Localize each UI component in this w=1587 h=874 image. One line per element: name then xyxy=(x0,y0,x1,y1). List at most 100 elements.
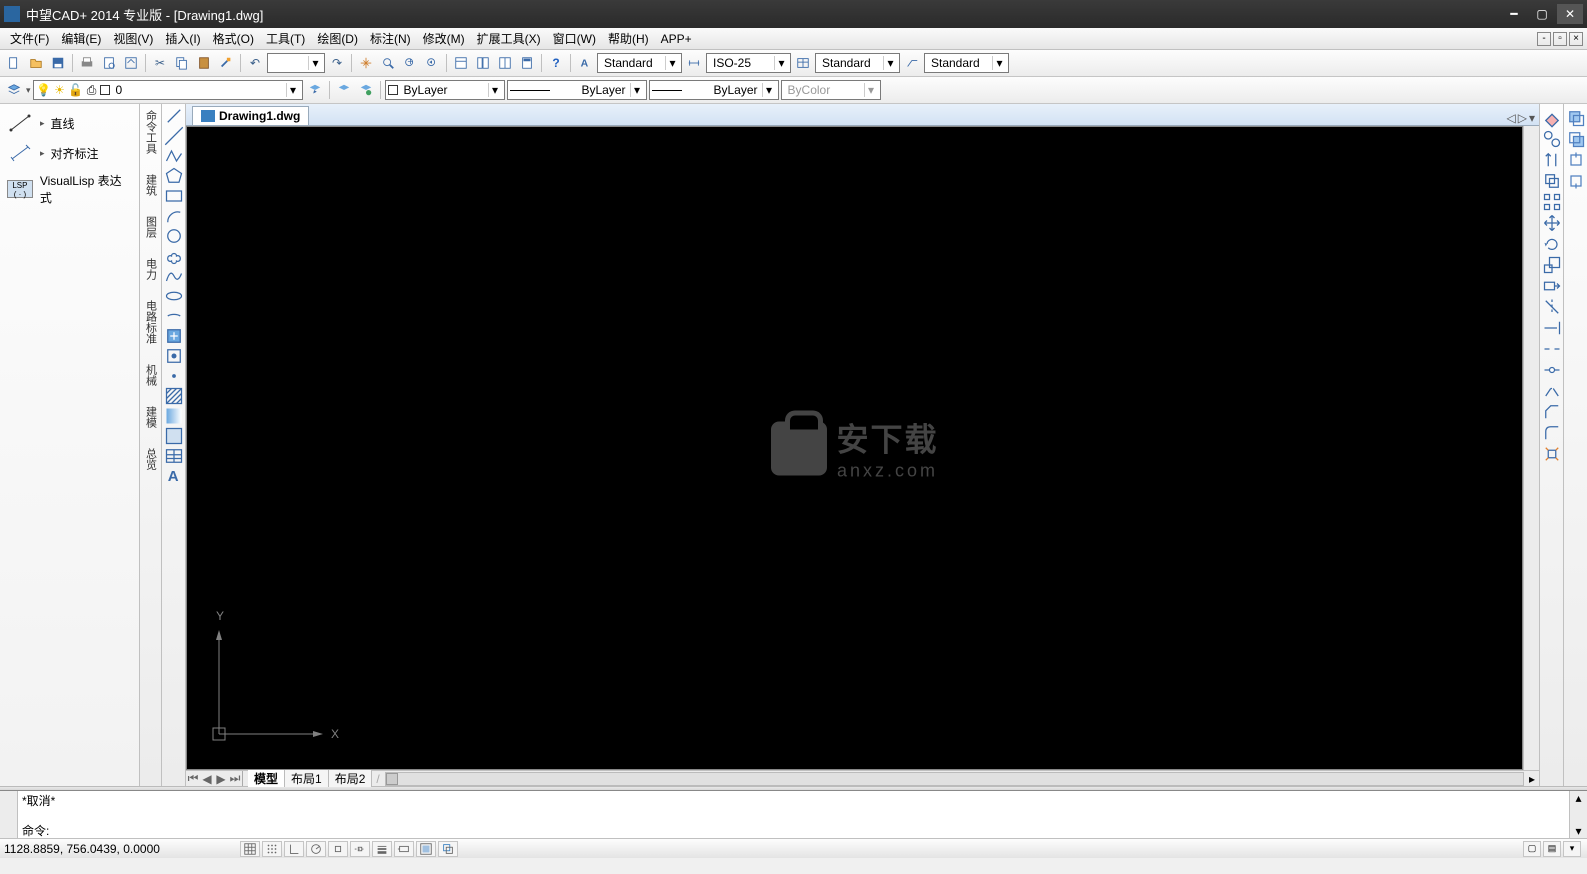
explode-tool[interactable] xyxy=(1542,444,1562,463)
calculator-button[interactable] xyxy=(517,53,537,73)
erase-tool[interactable] xyxy=(1542,108,1562,127)
layer-manager-button[interactable] xyxy=(4,80,24,100)
menu-dim[interactable]: 标注(N) xyxy=(364,28,417,49)
side-tab-1[interactable]: 命令工具 xyxy=(143,110,159,154)
scale-tool[interactable] xyxy=(1542,255,1562,274)
zoom-window-button[interactable]: + xyxy=(400,53,420,73)
menu-window[interactable]: 窗口(W) xyxy=(547,28,602,49)
linetype-dropdown[interactable]: ByLayer▾ xyxy=(507,80,647,100)
line-tool[interactable] xyxy=(164,106,184,125)
lineweight-dropdown[interactable]: ByLayer▾ xyxy=(649,80,779,100)
offset-tool[interactable] xyxy=(1542,171,1562,190)
properties-button[interactable] xyxy=(451,53,471,73)
grid-toggle[interactable] xyxy=(262,841,282,857)
osnap-toggle[interactable] xyxy=(328,841,348,857)
menu-format[interactable]: 格式(O) xyxy=(207,28,260,49)
new-button[interactable] xyxy=(4,53,24,73)
undo-button[interactable]: ↶ xyxy=(245,53,265,73)
make-block-tool[interactable] xyxy=(164,346,184,365)
model-toggle[interactable] xyxy=(416,841,436,857)
hatch-tool[interactable] xyxy=(164,386,184,405)
polar-toggle[interactable] xyxy=(306,841,326,857)
layout-next-button[interactable]: ▶ xyxy=(214,772,228,786)
ellipse-arc-tool[interactable] xyxy=(164,306,184,325)
print-preview-button[interactable] xyxy=(99,53,119,73)
open-button[interactable] xyxy=(26,53,46,73)
print-button[interactable] xyxy=(77,53,97,73)
menu-file[interactable]: 文件(F) xyxy=(4,28,55,49)
copy-button[interactable] xyxy=(172,53,192,73)
layout-prev-button[interactable]: ◀ xyxy=(200,772,214,786)
region-tool[interactable] xyxy=(164,426,184,445)
stretch-tool[interactable] xyxy=(1542,276,1562,295)
ortho-toggle[interactable] xyxy=(284,841,304,857)
zoom-realtime-button[interactable] xyxy=(378,53,398,73)
layer-states-button[interactable] xyxy=(334,80,354,100)
pan-button[interactable] xyxy=(356,53,376,73)
insert-block-tool[interactable] xyxy=(164,326,184,345)
send-under-tool[interactable] xyxy=(1566,171,1586,190)
undo-dropdown[interactable]: ▾ xyxy=(267,53,325,73)
menu-draw[interactable]: 绘图(D) xyxy=(311,28,364,49)
coordinates-readout[interactable]: 1128.8859, 756.0439, 0.0000 xyxy=(4,842,224,856)
menu-ext[interactable]: 扩展工具(X) xyxy=(471,28,547,49)
table-style-dropdown[interactable]: Standard▾ xyxy=(815,53,900,73)
table-tool[interactable] xyxy=(164,446,184,465)
save-button[interactable] xyxy=(48,53,68,73)
join-tool[interactable] xyxy=(1542,381,1562,400)
dim-style-dropdown[interactable]: ISO-25▾ xyxy=(706,53,791,73)
horizontal-scrollbar[interactable] xyxy=(385,772,1524,786)
menu-modify[interactable]: 修改(M) xyxy=(417,28,471,49)
copy-tool[interactable] xyxy=(1542,129,1562,148)
command-scrollbar[interactable]: ▴▾ xyxy=(1569,791,1587,838)
point-tool[interactable] xyxy=(164,366,184,385)
mleader-style-button[interactable] xyxy=(902,53,922,73)
menu-tools[interactable]: 工具(T) xyxy=(260,28,311,49)
tab-next-button[interactable]: ▷ xyxy=(1518,111,1527,125)
mtext-tool[interactable]: A xyxy=(164,466,184,485)
cut-button[interactable]: ✂ xyxy=(150,53,170,73)
menu-edit[interactable]: 编辑(E) xyxy=(55,28,107,49)
side-tab-8[interactable]: 总览 xyxy=(143,448,159,470)
trim-tool[interactable] xyxy=(1542,297,1562,316)
publish-button[interactable] xyxy=(121,53,141,73)
lwt-toggle[interactable] xyxy=(372,841,392,857)
match-props-button[interactable] xyxy=(216,53,236,73)
side-tab-6[interactable]: 机械 xyxy=(143,364,159,386)
close-button[interactable]: ✕ xyxy=(1557,4,1583,24)
side-tab-7[interactable]: 建模 xyxy=(143,406,159,428)
menu-help[interactable]: 帮助(H) xyxy=(602,28,655,49)
pline-tool[interactable] xyxy=(164,146,184,165)
layer-tools-button[interactable] xyxy=(356,80,376,100)
chamfer-tool[interactable] xyxy=(1542,402,1562,421)
move-tool[interactable] xyxy=(1542,213,1562,232)
cycling-toggle[interactable] xyxy=(438,841,458,857)
tray-button-2[interactable]: ▤ xyxy=(1543,841,1561,857)
layout-last-button[interactable]: ⏭ xyxy=(228,771,242,786)
vertical-scrollbar[interactable] xyxy=(1523,126,1539,770)
bring-front-tool[interactable] xyxy=(1566,108,1586,127)
circle-tool[interactable] xyxy=(164,226,184,245)
extend-tool[interactable] xyxy=(1542,318,1562,337)
drawing-viewport[interactable]: 安下载 anxz.com Y X xyxy=(186,126,1523,770)
send-back-tool[interactable] xyxy=(1566,129,1586,148)
plotstyle-dropdown[interactable]: ByColor▾ xyxy=(781,80,881,100)
xline-tool[interactable] xyxy=(164,126,184,145)
zoom-previous-button[interactable] xyxy=(422,53,442,73)
array-tool[interactable] xyxy=(1542,192,1562,211)
document-tab-active[interactable]: Drawing1.dwg xyxy=(192,106,309,125)
arc-tool[interactable] xyxy=(164,206,184,225)
mdi-minimize-button[interactable]: - xyxy=(1537,32,1551,46)
layout-tab-model[interactable]: 模型 xyxy=(248,770,285,787)
maximize-button[interactable]: ▢ xyxy=(1529,4,1555,24)
mleader-style-dropdown[interactable]: Standard▾ xyxy=(924,53,1009,73)
dim-style-button[interactable] xyxy=(684,53,704,73)
rotate-tool[interactable] xyxy=(1542,234,1562,253)
mdi-restore-button[interactable]: ▫ xyxy=(1553,32,1567,46)
rectangle-tool[interactable] xyxy=(164,186,184,205)
palette-item-align-dim[interactable]: ▸ 对齐标注 xyxy=(4,138,135,168)
side-tab-4[interactable]: 电力 xyxy=(143,258,159,280)
fillet-tool[interactable] xyxy=(1542,423,1562,442)
revcloud-tool[interactable] xyxy=(164,246,184,265)
layout-tab-2[interactable]: 布局2 xyxy=(329,770,373,787)
